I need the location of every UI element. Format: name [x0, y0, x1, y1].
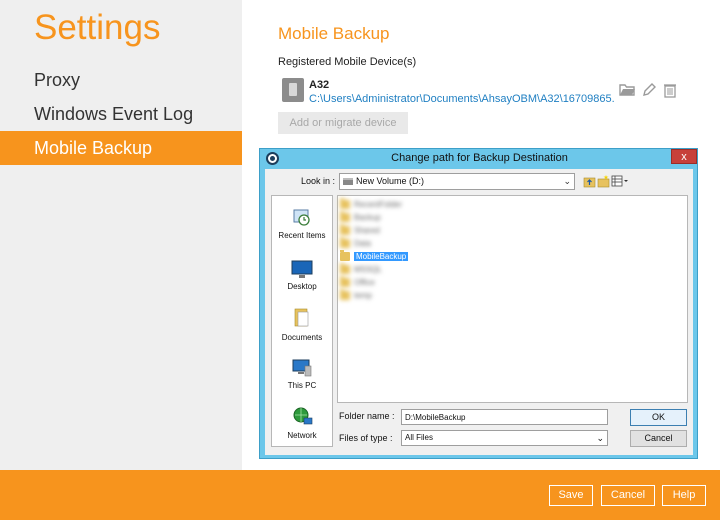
folder-icon[interactable]: [619, 82, 636, 98]
device-name: A32: [309, 79, 330, 91]
place-label: Desktop: [287, 282, 317, 291]
sidebar-item-windows-event-log[interactable]: Windows Event Log: [0, 97, 242, 131]
place-recent-items[interactable]: Recent Items: [272, 206, 332, 240]
place-network[interactable]: Network: [272, 406, 332, 440]
place-label: Documents: [281, 333, 323, 342]
recent-items-icon: [293, 209, 310, 226]
computer-icon: [292, 359, 312, 377]
files-of-type-value: All Files: [405, 433, 434, 442]
delete-icon[interactable]: [661, 82, 678, 98]
place-desktop[interactable]: Desktop: [272, 259, 332, 291]
list-item[interactable]: Data: [340, 237, 371, 250]
save-button[interactable]: Save: [549, 485, 593, 506]
chevron-down-icon: ⌄: [596, 433, 604, 443]
sidebar: Settings Proxy Windows Event Log Mobile …: [0, 0, 242, 470]
new-folder-icon[interactable]: [597, 174, 610, 188]
places-bar: Recent Items Desktop Documents This PC N…: [271, 195, 333, 447]
chevron-down-icon: ⌄: [563, 176, 571, 186]
list-item[interactable]: RecentFolder: [340, 198, 402, 211]
place-documents[interactable]: Documents: [272, 306, 332, 342]
documents-icon: [294, 308, 309, 327]
desktop-icon: [291, 260, 313, 278]
files-of-type-select[interactable]: All Files ⌄: [401, 430, 608, 446]
list-item[interactable]: Backup: [340, 211, 381, 224]
edit-icon[interactable]: [640, 82, 657, 98]
folder-icon: [340, 211, 350, 223]
folder-name-label: Folder name :: [339, 411, 395, 421]
place-this-pc[interactable]: This PC: [272, 358, 332, 390]
folder-icon: [340, 237, 350, 249]
place-label: Recent Items: [278, 231, 326, 240]
place-label: This PC: [287, 381, 317, 390]
look-in-label: Look in :: [301, 176, 336, 186]
page-title: Mobile Backup: [278, 24, 390, 43]
folder-name-input[interactable]: [401, 409, 608, 425]
file-list: RecentFolder Backup Shared Data MobileBa…: [337, 195, 688, 403]
look-in-value: New Volume (D:): [356, 176, 425, 186]
device-path-link[interactable]: C:\Users\Administrator\Documents\AhsayOB…: [309, 93, 614, 105]
sidebar-item-proxy[interactable]: Proxy: [0, 63, 242, 97]
drive-icon: [343, 178, 353, 185]
folder-icon: [340, 198, 350, 210]
ok-button[interactable]: OK: [630, 409, 687, 426]
list-item[interactable]: MSSQL: [340, 263, 382, 276]
mobile-device-icon: [282, 78, 304, 102]
folder-icon: [340, 289, 350, 301]
cancel-button[interactable]: Cancel: [601, 485, 655, 506]
view-menu-icon[interactable]: [611, 174, 629, 188]
up-folder-icon[interactable]: [583, 174, 596, 188]
dialog-title: Change path for Backup Destination: [391, 152, 568, 164]
files-of-type-label: Files of type :: [339, 433, 393, 443]
list-item[interactable]: Shared: [340, 224, 380, 237]
folder-icon: [340, 263, 350, 275]
add-device-button[interactable]: Add or migrate device: [278, 112, 408, 134]
close-icon[interactable]: x: [671, 149, 697, 164]
settings-title: Settings: [34, 8, 161, 47]
list-item-selected[interactable]: MobileBackup: [340, 250, 409, 263]
help-button[interactable]: Help: [662, 485, 706, 506]
folder-icon: [340, 250, 350, 262]
folder-icon: [340, 276, 350, 288]
registered-devices-label: Registered Mobile Device(s): [278, 56, 417, 68]
look-in-select[interactable]: New Volume (D:) ⌄: [339, 173, 575, 190]
folder-icon: [340, 224, 350, 236]
list-item[interactable]: temp: [340, 289, 372, 302]
list-item[interactable]: Office: [340, 276, 375, 289]
sidebar-item-mobile-backup[interactable]: Mobile Backup: [0, 131, 242, 165]
dialog-cancel-button[interactable]: Cancel: [630, 430, 687, 447]
network-icon: [293, 407, 313, 425]
place-label: Network: [287, 431, 317, 440]
